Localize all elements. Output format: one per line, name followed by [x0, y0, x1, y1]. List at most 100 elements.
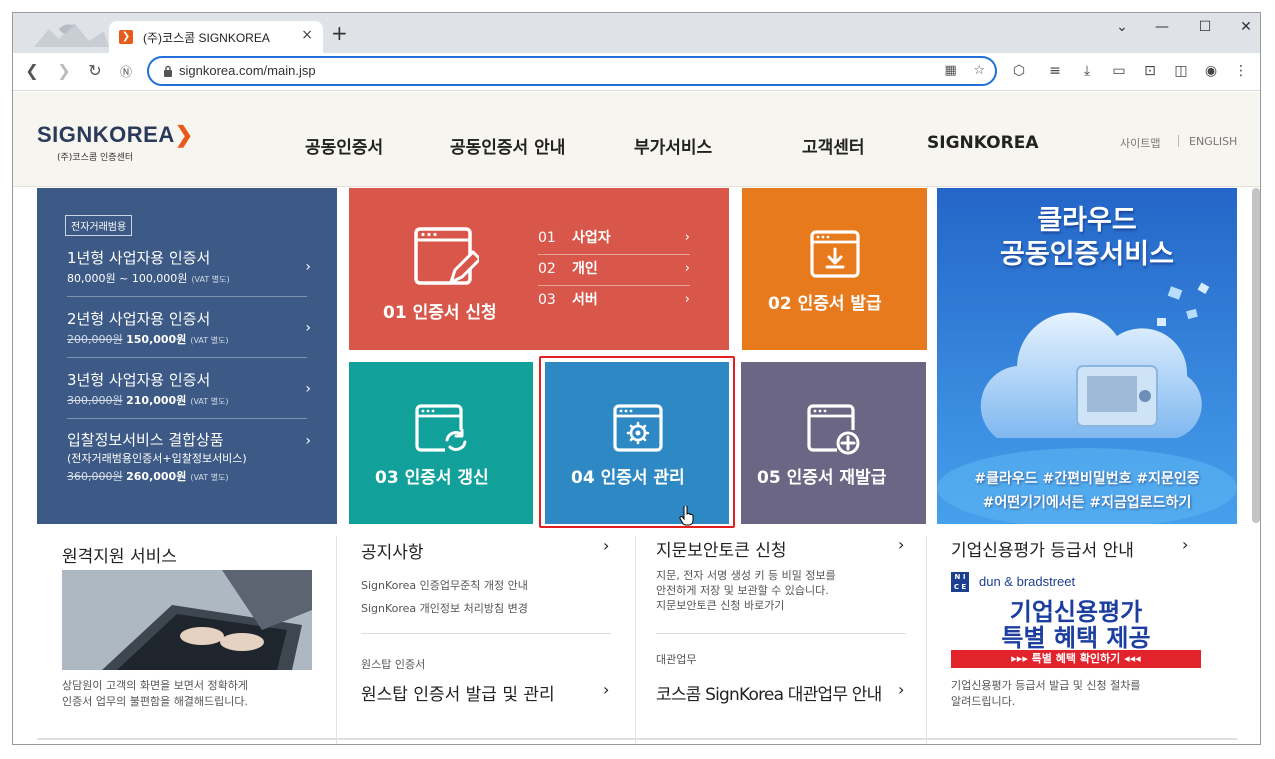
- option-number: 03: [538, 292, 556, 308]
- chevron-right-icon[interactable]: ›: [603, 680, 609, 699]
- apply-option-server[interactable]: 03 서버 ›: [538, 286, 690, 317]
- forward-icon[interactable]: ❯: [53, 61, 75, 80]
- profile-icon[interactable]: ◉: [1201, 63, 1221, 79]
- tile-label: 02 인증서 발급: [768, 294, 882, 314]
- credit-ad-banner[interactable]: N IC E dun & bradstreet 기업신용평가 특별 혜택 제공 …: [951, 572, 1201, 670]
- web-page: SIGNKOREA❯ (주)코스콤 인증센터 공동인증서 공동인증서 안내 부가…: [13, 92, 1260, 744]
- description-line: 지문, 전자 서명 생성 키 등 비밀 정보를: [656, 569, 836, 582]
- active-tab[interactable]: ❯ (주)코스콤 SIGNKOREA ×: [109, 21, 323, 53]
- bookmark-star-icon[interactable]: ☆: [973, 63, 985, 78]
- window-edit-icon: [414, 227, 479, 285]
- price-item-title: 2년형 사업자용 인증서: [67, 310, 211, 328]
- side-panel-icon[interactable]: ◫: [1171, 63, 1191, 79]
- option-number: 02: [538, 261, 556, 277]
- chevron-right-icon[interactable]: ›: [1182, 535, 1188, 554]
- notice-list: SignKorea 인증업무준칙 개정 안내 SignKorea 개인정보 처리…: [361, 574, 528, 620]
- logo-arrow-icon: ❯: [174, 122, 194, 147]
- screenshot-icon[interactable]: ⊡: [1140, 63, 1160, 79]
- page-scrollbar[interactable]: [1252, 188, 1260, 523]
- divider: [67, 418, 307, 419]
- card-description: 상담원이 고객의 화면을 보면서 정확하게 인증서 업무의 불편함을 해결해드립…: [62, 678, 248, 710]
- menu-dots-icon[interactable]: ⋮: [1231, 63, 1251, 79]
- notice-item[interactable]: SignKorea 개인정보 처리방침 변경: [361, 597, 528, 620]
- card-title[interactable]: 지문보안토큰 신청: [656, 536, 787, 561]
- minimize-button[interactable]: —: [1147, 19, 1177, 35]
- card-title: 원격지원 서비스: [62, 547, 177, 567]
- price-item-title: 1년형 사업자용 인증서: [67, 249, 211, 267]
- chevron-right-icon[interactable]: ›: [898, 535, 904, 554]
- apply-option-personal[interactable]: 02 개인 ›: [538, 255, 690, 286]
- chevron-right-icon: ›: [305, 433, 311, 449]
- chevron-right-icon[interactable]: ›: [603, 536, 609, 555]
- notice-item[interactable]: SignKorea 인증업무준칙 개정 안내: [361, 574, 528, 597]
- vat-note: (VAT 별도): [190, 336, 229, 345]
- tile-certificate-apply[interactable]: 01 인증서 신청 01 사업자 › 02 개인 › 03 서버 ›: [349, 188, 729, 350]
- nav-extra-services[interactable]: 부가서비스: [634, 133, 712, 158]
- price-item-2year[interactable]: 2년형 사업자용 인증서 200,000원 150,000원 (VAT 별도) ›: [67, 308, 311, 347]
- chevron-right-icon: ›: [684, 230, 690, 245]
- tile-certificate-reissue[interactable]: 05 인증서 재발급: [741, 362, 926, 524]
- tile-certificate-issue[interactable]: 02 인증서 발급: [742, 188, 927, 350]
- cloud-certificate-banner[interactable]: 클라우드 공동인증서비스 #클라우드 #간편비밀번호 #지문인증 #어떤기기에서…: [937, 188, 1237, 524]
- price-item-1year[interactable]: 1년형 사업자용 인증서 80,000원 ~ 100,000원 (VAT 별도) …: [67, 247, 311, 286]
- sitemap-link[interactable]: 사이트맵: [1120, 135, 1160, 151]
- ad-title-2: 특별 혜택 제공: [1001, 624, 1151, 652]
- section-label: 원스탑 인증서: [361, 658, 426, 671]
- divider: [656, 633, 906, 634]
- credit-rating-card[interactable]: 기업신용평가 등급서 안내 › N IC E dun & bradstreet …: [927, 524, 1237, 744]
- divider: [361, 633, 611, 634]
- address-bar[interactable]: signkorea.com/main.jsp ▦ ☆: [147, 56, 997, 86]
- card-title[interactable]: 공지사항: [361, 538, 424, 563]
- tab-strip: ❯ (주)코스콤 SIGNKOREA × + ⌄ — ☐ ✕: [13, 13, 1260, 53]
- nav-certificate-guide[interactable]: 공동인증서 안내: [450, 133, 565, 158]
- url-text: signkorea.com/main.jsp: [179, 63, 316, 78]
- section-label: 대관업무: [656, 653, 697, 666]
- description-line: 인증서 업무의 불편함을 해결해드립니다.: [62, 695, 249, 708]
- bottom-section: 원격지원 서비스 상담원이 고객의 화면을 보면서 정확하게 인증서 업무의 불…: [37, 524, 1237, 744]
- cast-icon[interactable]: ▭: [1109, 63, 1129, 79]
- tab-search-icon[interactable]: ⌄: [1107, 19, 1137, 35]
- extensions-puzzle-icon[interactable]: ⬡: [1009, 63, 1029, 79]
- tile-label: 01 인증서 신청: [383, 303, 497, 323]
- description-line: 기업신용평가 등급서 발급 및 신청 절차를: [951, 679, 1141, 692]
- new-price: 210,000원: [126, 394, 187, 407]
- download-icon[interactable]: ⤓: [1077, 63, 1097, 79]
- util-divider: [1178, 135, 1179, 147]
- old-price: 300,000원: [67, 394, 123, 407]
- government-affairs-link[interactable]: 코스콤 SignKorea 대관업무 안내: [656, 680, 882, 705]
- brand-name: dun & bradstreet: [979, 574, 1076, 589]
- close-window-button[interactable]: ✕: [1231, 19, 1260, 35]
- vat-note: (VAT 별도): [190, 473, 229, 482]
- qr-code-icon[interactable]: ▦: [945, 63, 957, 78]
- banner-title-2: 공동인증서비스: [1000, 239, 1174, 270]
- card-description: 지문, 전자 서명 생성 키 등 비밀 정보를 안전하게 저장 및 보관할 수 …: [656, 568, 836, 613]
- onestop-link[interactable]: 원스탑 인증서 발급 및 관리: [361, 680, 555, 705]
- remote-support-card[interactable]: 원격지원 서비스 상담원이 고객의 화면을 보면서 정확하게 인증서 업무의 불…: [37, 524, 336, 744]
- price-item-3year[interactable]: 3년형 사업자용 인증서 300,000원 210,000원 (VAT 별도) ›: [67, 369, 311, 408]
- token-apply-link[interactable]: 지문보안토큰 신청 바로가기: [656, 598, 836, 613]
- bundle-subtitle: (전자거래범용인증서+입찰정보서비스): [67, 452, 247, 465]
- tab-close-icon[interactable]: ×: [301, 27, 313, 43]
- notion-extension-icon[interactable]: Ⓝ: [115, 63, 137, 80]
- reload-icon[interactable]: ↻: [84, 61, 106, 80]
- apply-option-business[interactable]: 01 사업자 ›: [538, 224, 690, 255]
- price-item-bid-bundle[interactable]: 입찰정보서비스 결합상품 (전자거래범용인증서+입찰정보서비스) 360,000…: [67, 429, 311, 484]
- tile-certificate-renew[interactable]: 03 인증서 갱신: [349, 362, 533, 524]
- option-number: 01: [538, 230, 556, 246]
- maximize-button[interactable]: ☐: [1190, 19, 1220, 35]
- fingerprint-token-card: 지문보안토큰 신청 › 지문, 전자 서명 생성 키 등 비밀 정보를 안전하게…: [636, 524, 926, 744]
- english-link[interactable]: ENGLISH: [1189, 135, 1237, 148]
- back-icon[interactable]: ❮: [21, 61, 43, 80]
- price-item-title: 3년형 사업자용 인증서: [67, 371, 211, 389]
- nav-certificate[interactable]: 공동인증서: [305, 133, 383, 158]
- nav-signkorea[interactable]: SIGNKOREA: [927, 133, 1038, 153]
- signkorea-logo[interactable]: SIGNKOREA❯ (주)코스콤 인증센터: [37, 122, 194, 163]
- nav-customer-center[interactable]: 고객센터: [802, 133, 865, 158]
- lock-icon: [164, 65, 172, 77]
- chevron-right-icon[interactable]: ›: [898, 680, 904, 699]
- reading-list-icon[interactable]: ≡: [1045, 63, 1065, 79]
- card-title: 기업신용평가 등급서 안내: [951, 541, 1134, 561]
- chevron-right-icon: ›: [684, 292, 690, 307]
- panel-badge: 전자거래범용: [65, 215, 133, 236]
- new-tab-button[interactable]: +: [331, 23, 348, 43]
